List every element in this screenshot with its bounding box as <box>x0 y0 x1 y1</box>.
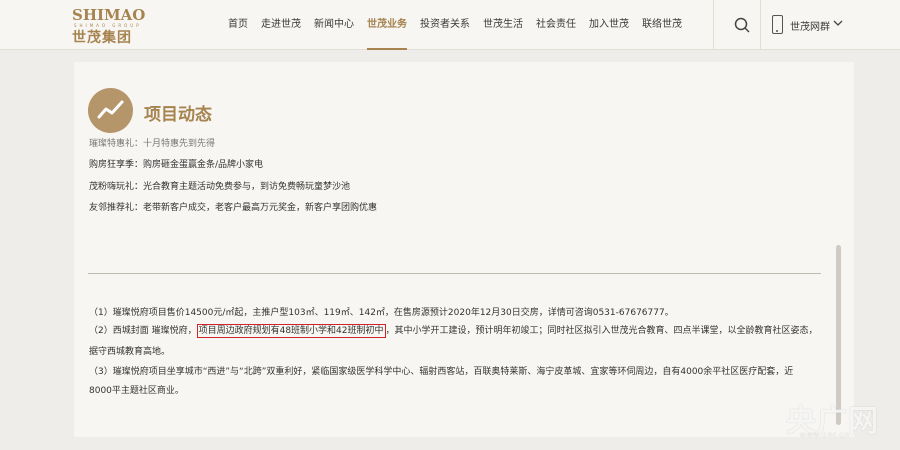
promo-line: 友邻推荐礼：老带新客户成交，老客户最高万元奖金，新客户享团购优惠 <box>89 203 378 213</box>
note-2-continued: 据守西城教育高地。 <box>89 347 171 357</box>
logo-text-cn: 世茂集团 <box>72 30 132 46</box>
trend-line-icon <box>88 88 133 133</box>
note-2-prefix: （2）西城封面 璀璨悦府， <box>89 326 197 336</box>
promo-line: 购房狂享季：购房砸金蛋赢金条/品牌小家电 <box>89 160 264 170</box>
nav-item-about[interactable]: 走进世茂 <box>261 0 301 50</box>
header-divider <box>713 0 714 50</box>
search-icon[interactable] <box>734 17 750 33</box>
promo-line: 璀璨特惠礼：十月特惠先到先得 <box>89 139 216 149</box>
nav-item-csr[interactable]: 社会责任 <box>536 0 576 50</box>
page: SHIMAO SHIMAO GROUP 世茂集团 首页 走进世茂 新闻中心 世茂… <box>0 0 900 450</box>
header-divider <box>760 0 761 50</box>
note-2-suffix: ，其中小学开工建设，预计明年初竣工；同时社区拟引入世茂光合教育、四点半课堂，以全… <box>385 326 818 336</box>
nav-item-life[interactable]: 世茂生活 <box>483 0 523 50</box>
logo-text-en: SHIMAO <box>72 6 146 24</box>
note-1: （1）璀璨悦府项目售价14500元/㎡起，主推户型103㎡、119㎡、142㎡，… <box>89 308 674 318</box>
chevron-down-icon[interactable] <box>833 18 843 28</box>
section-divider <box>88 273 821 274</box>
section-title: 项目动态 <box>144 105 212 125</box>
mobile-sites-link[interactable]: 世茂网群 <box>790 18 830 33</box>
nav-item-news[interactable]: 新闻中心 <box>314 0 354 50</box>
cnr-watermark-url: www.cnr.cn <box>800 431 850 439</box>
nav-item-home[interactable]: 首页 <box>228 0 248 50</box>
main-nav: 首页 走进世茂 新闻中心 世茂业务 投资者关系 世茂生活 社会责任 加入世茂 联… <box>228 0 695 50</box>
note-3-continued: 8000平主题社区商业。 <box>89 386 184 396</box>
nav-item-business[interactable]: 世茂业务 <box>367 0 407 50</box>
shimao-logo[interactable]: SHIMAO SHIMAO GROUP 世茂集团 <box>72 6 146 46</box>
note-3: （3）璀璨悦府项目坐享城市“西进”与“北跨”双重利好，紧临国家级医学科学中心、辐… <box>89 367 794 377</box>
promo-line: 茂粉嗨玩礼：光合教育主题活动免费参与，到访免费畅玩童梦沙池 <box>89 182 351 192</box>
nav-item-contact[interactable]: 联络世茂 <box>642 0 682 50</box>
note-2: （2）西城封面 璀璨悦府， 项目周边政府规划有48班制小学和42班制初中 ，其中小学… <box>89 323 818 338</box>
nav-item-careers[interactable]: 加入世茂 <box>589 0 629 50</box>
highlighted-text: 项目周边政府规划有48班制小学和42班制初中 <box>196 324 386 338</box>
nav-item-investor[interactable]: 投资者关系 <box>420 0 470 50</box>
site-header: SHIMAO SHIMAO GROUP 世茂集团 首页 走进世茂 新闻中心 世茂… <box>0 0 900 50</box>
mobile-phone-icon[interactable] <box>772 15 783 34</box>
